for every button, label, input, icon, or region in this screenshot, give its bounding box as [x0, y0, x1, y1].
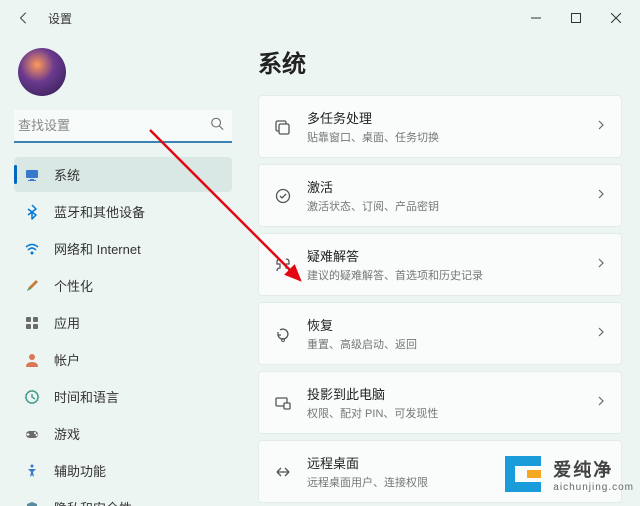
sidebar-item-game[interactable]: 游戏 — [14, 416, 232, 451]
card-title: 疑难解答 — [307, 246, 595, 265]
card-desc: 激活状态、订阅、产品密钥 — [307, 198, 595, 214]
sidebar-item-label: 应用 — [54, 313, 80, 332]
sidebar-item-label: 游戏 — [54, 424, 80, 443]
chevron-right-icon — [595, 118, 607, 136]
sidebar-item-wifi[interactable]: 网络和 Internet — [14, 231, 232, 266]
back-arrow-icon — [17, 11, 31, 25]
sidebar-item-label: 辅助功能 — [54, 461, 106, 480]
sidebar-item-system[interactable]: 系统 — [14, 157, 232, 192]
sidebar-item-label: 帐户 — [54, 350, 80, 369]
project-icon — [273, 393, 293, 413]
close-icon — [611, 13, 621, 23]
window-controls — [516, 0, 636, 36]
card-title: 恢复 — [307, 315, 595, 334]
sidebar-item-label: 个性化 — [54, 276, 93, 295]
game-icon — [24, 426, 40, 442]
sidebar: 系统蓝牙和其他设备网络和 Internet 个性化应用帐户时间和语言游戏辅助功能隐… — [0, 36, 240, 506]
back-button[interactable] — [4, 0, 44, 36]
minimize-icon — [531, 13, 541, 23]
titlebar: 设置 — [0, 0, 640, 36]
card-text: 投影到此电脑 权限、配对 PIN、可发现性 — [307, 384, 595, 421]
brush-icon — [24, 278, 40, 294]
chevron-right-icon — [595, 187, 607, 205]
card-text: 疑难解答 建议的疑难解答、首选项和历史记录 — [307, 246, 595, 283]
nav-list: 系统蓝牙和其他设备网络和 Internet 个性化应用帐户时间和语言游戏辅助功能隐… — [14, 157, 232, 506]
troubleshoot-icon — [273, 255, 293, 275]
remote-icon — [273, 462, 293, 482]
sidebar-item-privacy[interactable]: 隐私和安全性 — [14, 490, 232, 506]
page-title: 系统 — [258, 44, 622, 79]
wifi-icon — [24, 241, 40, 257]
card-desc: 重置、高级启动、返回 — [307, 336, 595, 352]
account-icon — [24, 352, 40, 368]
search-icon — [210, 116, 224, 135]
sidebar-item-brush[interactable]: 个性化 — [14, 268, 232, 303]
cards-container: 多任务处理 贴靠窗口、桌面、任务切换 激活 激活状态、订阅、产品密钥 疑难解答 … — [258, 95, 622, 506]
privacy-icon — [24, 500, 40, 506]
sidebar-item-apps[interactable]: 应用 — [14, 305, 232, 340]
settings-card-recovery[interactable]: 恢复 重置、高级启动、返回 — [258, 302, 622, 365]
settings-card-troubleshoot[interactable]: 疑难解答 建议的疑难解答、首选项和历史记录 — [258, 233, 622, 296]
maximize-icon — [571, 13, 581, 23]
card-desc: 贴靠窗口、桌面、任务切换 — [307, 129, 595, 145]
watermark-en: aichunjing.com — [553, 482, 634, 493]
sidebar-item-label: 系统 — [54, 165, 80, 184]
apps-icon — [24, 315, 40, 331]
main-content: 系统 多任务处理 贴靠窗口、桌面、任务切换 激活 激活状态、订阅、产品密钥 疑难… — [240, 36, 640, 506]
time-icon — [24, 389, 40, 405]
sidebar-item-label: 蓝牙和其他设备 — [54, 202, 145, 221]
settings-card-activate[interactable]: 激活 激活状态、订阅、产品密钥 — [258, 164, 622, 227]
chevron-right-icon — [595, 256, 607, 274]
bluetooth-icon — [24, 204, 40, 220]
accessibility-icon — [24, 463, 40, 479]
sidebar-item-accessibility[interactable]: 辅助功能 — [14, 453, 232, 488]
activate-icon — [273, 186, 293, 206]
card-desc: 权限、配对 PIN、可发现性 — [307, 405, 595, 421]
watermark-logo-icon — [499, 450, 547, 498]
search-input[interactable] — [14, 110, 232, 141]
system-icon — [24, 167, 40, 183]
card-title: 多任务处理 — [307, 108, 595, 127]
card-title: 投影到此电脑 — [307, 384, 595, 403]
sidebar-item-label: 网络和 Internet — [54, 239, 141, 258]
chevron-right-icon — [595, 394, 607, 412]
sidebar-item-time[interactable]: 时间和语言 — [14, 379, 232, 414]
recovery-icon — [273, 324, 293, 344]
avatar[interactable] — [18, 48, 66, 96]
settings-card-multitask[interactable]: 多任务处理 贴靠窗口、桌面、任务切换 — [258, 95, 622, 158]
titlebar-title: 设置 — [48, 10, 72, 27]
sidebar-item-label: 隐私和安全性 — [54, 498, 132, 506]
sidebar-item-bluetooth[interactable]: 蓝牙和其他设备 — [14, 194, 232, 229]
card-text: 激活 激活状态、订阅、产品密钥 — [307, 177, 595, 214]
watermark-cn: 爱纯净 — [553, 456, 634, 482]
chevron-right-icon — [595, 325, 607, 343]
card-text: 多任务处理 贴靠窗口、桌面、任务切换 — [307, 108, 595, 145]
card-title: 激活 — [307, 177, 595, 196]
card-desc: 建议的疑难解答、首选项和历史记录 — [307, 267, 595, 283]
watermark: 爱纯净 aichunjing.com — [499, 450, 634, 498]
multitask-icon — [273, 117, 293, 137]
maximize-button[interactable] — [556, 0, 596, 36]
sidebar-item-label: 时间和语言 — [54, 387, 119, 406]
card-text: 恢复 重置、高级启动、返回 — [307, 315, 595, 352]
search-container — [14, 110, 232, 143]
minimize-button[interactable] — [516, 0, 556, 36]
close-button[interactable] — [596, 0, 636, 36]
sidebar-item-account[interactable]: 帐户 — [14, 342, 232, 377]
settings-card-project[interactable]: 投影到此电脑 权限、配对 PIN、可发现性 — [258, 371, 622, 434]
